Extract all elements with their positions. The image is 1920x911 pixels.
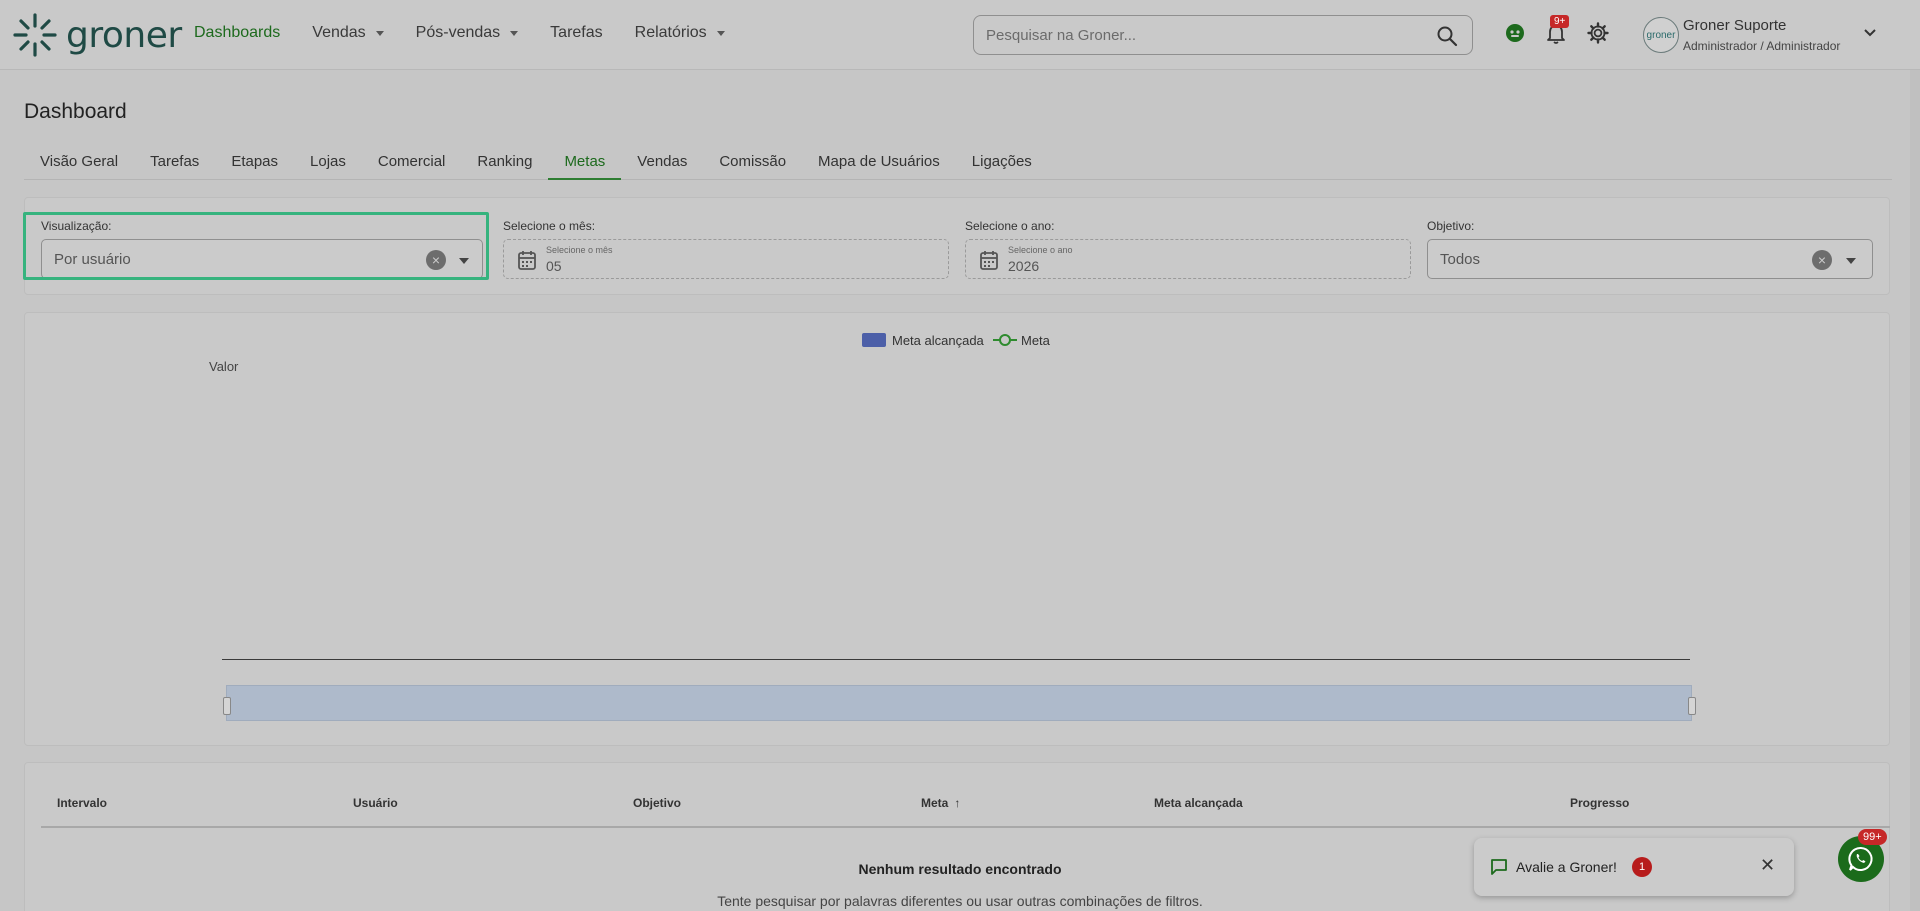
th-objetivo[interactable]: Objetivo: [633, 796, 681, 810]
x-axis-line: [222, 659, 1690, 660]
top-bar: groner Dashboards Vendas Pós-vendas Tare…: [0, 0, 1920, 70]
y-axis-label: Valor: [209, 359, 239, 374]
mes-small-label: Selecione o mês: [546, 245, 613, 255]
ano-value: 2026: [1008, 258, 1040, 274]
page-scrollbar[interactable]: [1910, 70, 1920, 911]
nav-relatorios[interactable]: Relatórios: [635, 24, 725, 42]
user-role: Administrador / Administrador: [1683, 39, 1841, 53]
rating-toast[interactable]: Avalie a Groner! 1 ✕: [1474, 838, 1794, 896]
nav-pos-vendas[interactable]: Pós-vendas: [416, 24, 519, 42]
groner-logo[interactable]: groner: [12, 10, 182, 60]
page-title: Dashboard: [24, 100, 127, 123]
notification-badge: 9+: [1550, 15, 1570, 28]
legend-bar-swatch: [862, 333, 886, 347]
chat-bot-icon[interactable]: [1504, 22, 1526, 44]
nav-dashboards[interactable]: Dashboards: [194, 24, 280, 42]
message-icon: [1491, 859, 1507, 875]
tab-tarefas[interactable]: Tarefas: [134, 144, 215, 180]
chart-zoom-slider[interactable]: [226, 685, 1692, 721]
th-meta-label: Meta: [921, 796, 949, 810]
nav-vendas-label: Vendas: [312, 24, 366, 41]
close-icon[interactable]: ✕: [1760, 855, 1775, 876]
tab-ligacoes[interactable]: Ligações: [956, 144, 1048, 180]
caret-down-icon: [510, 30, 519, 36]
focus-highlight: [23, 212, 489, 280]
ano-picker[interactable]: Selecione o ano 2026: [965, 239, 1411, 279]
whatsapp-icon: [1848, 847, 1873, 871]
zoom-handle-right[interactable]: [1688, 697, 1696, 715]
user-name[interactable]: Groner Suporte: [1683, 17, 1786, 34]
mes-label: Selecione o mês:: [503, 219, 596, 233]
search-icon[interactable]: [1436, 25, 1458, 47]
whatsapp-badge: 99+: [1858, 829, 1887, 845]
tab-metas[interactable]: Metas: [548, 144, 622, 180]
avatar[interactable]: groner: [1643, 17, 1679, 53]
calendar-icon: [980, 251, 998, 270]
mes-value: 05: [546, 258, 562, 274]
nav-dashboards-label: Dashboards: [194, 24, 281, 41]
tab-mapa-de-usuarios[interactable]: Mapa de Usuários: [802, 144, 956, 180]
table-header-divider: [41, 826, 1890, 828]
caret-down-icon[interactable]: [1846, 258, 1856, 264]
legend-line-swatch: [993, 334, 1017, 346]
tab-comercial[interactable]: Comercial: [362, 144, 462, 180]
legend-meta[interactable]: Meta: [993, 333, 1050, 348]
global-search: [973, 15, 1473, 55]
main-nav: Dashboards Vendas Pós-vendas Tarefas Rel…: [194, 24, 757, 42]
mes-picker[interactable]: Selecione o mês 05: [503, 239, 949, 279]
legend-meta-alcancada[interactable]: Meta alcançada: [862, 333, 984, 348]
calendar-icon: [518, 251, 536, 270]
metas-chart-card: [24, 312, 1890, 746]
tab-lojas[interactable]: Lojas: [294, 144, 362, 180]
caret-down-icon: [375, 30, 384, 36]
nav-relatorios-label: Relatórios: [634, 24, 707, 41]
caret-down-icon: [716, 30, 725, 36]
tab-vendas[interactable]: Vendas: [621, 144, 703, 180]
chevron-down-icon[interactable]: [1863, 28, 1877, 38]
objetivo-value: Todos: [1440, 251, 1481, 268]
objetivo-select[interactable]: Todos ×: [1427, 239, 1873, 279]
nav-vendas[interactable]: Vendas: [312, 24, 384, 42]
nav-tarefas[interactable]: Tarefas: [550, 24, 602, 42]
ano-label: Selecione o ano:: [965, 219, 1055, 233]
objetivo-label: Objetivo:: [1427, 219, 1475, 233]
logo-burst-icon: [13, 13, 57, 57]
th-meta[interactable]: Meta ↑: [921, 796, 960, 810]
th-usuario[interactable]: Usuário: [353, 796, 398, 810]
sort-up-arrow-icon[interactable]: ↑: [954, 796, 960, 810]
zoom-handle-left[interactable]: [223, 697, 231, 715]
ano-small-label: Selecione o ano: [1008, 245, 1073, 255]
th-meta-alcancada[interactable]: Meta alcançada: [1154, 796, 1243, 810]
logo-text: groner: [66, 14, 182, 56]
legend-meta-alcancada-label: Meta alcançada: [892, 333, 984, 348]
toast-count-badge: 1: [1632, 857, 1652, 877]
tab-ranking[interactable]: Ranking: [461, 144, 548, 180]
gear-icon[interactable]: [1587, 22, 1609, 44]
dashboard-tabs: Visão Geral Tarefas Etapas Lojas Comerci…: [24, 144, 1892, 180]
search-input[interactable]: [986, 26, 1426, 44]
toast-text: Avalie a Groner!: [1516, 859, 1617, 875]
tab-visao-geral[interactable]: Visão Geral: [24, 144, 134, 180]
clear-icon[interactable]: ×: [1812, 250, 1832, 270]
nav-pos-vendas-label: Pós-vendas: [415, 24, 501, 41]
avatar-text: groner: [1646, 29, 1676, 41]
tab-comissao[interactable]: Comissão: [703, 144, 802, 180]
th-intervalo[interactable]: Intervalo: [57, 796, 107, 810]
tab-etapas[interactable]: Etapas: [215, 144, 294, 180]
legend-meta-label: Meta: [1021, 333, 1050, 348]
nav-tarefas-label: Tarefas: [550, 24, 603, 41]
th-progresso[interactable]: Progresso: [1570, 796, 1629, 810]
